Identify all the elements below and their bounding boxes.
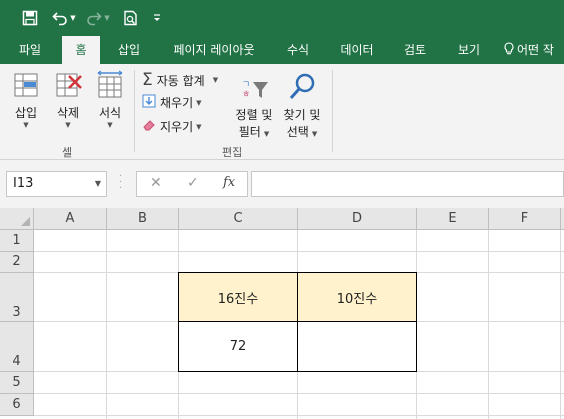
undo-icon[interactable]: ▼ xyxy=(50,7,78,29)
gridline xyxy=(34,415,564,416)
cell-d3[interactable]: 10진수 xyxy=(297,272,417,322)
editing-group-label: 편집 xyxy=(222,146,243,159)
save-icon[interactable] xyxy=(18,7,42,29)
clear-label: 지우기 xyxy=(160,120,194,134)
formula-buttons: ✕ ✓ fx xyxy=(136,171,248,197)
name-box-value: I13 xyxy=(13,176,34,191)
tab-view[interactable]: 보기 xyxy=(448,36,490,64)
gridline xyxy=(34,393,564,394)
formula-bar: I13 ▼ · · · ✕ ✓ fx xyxy=(0,160,564,208)
tab-page-layout[interactable]: 페이지 레이아웃 xyxy=(162,36,266,64)
column-header-a[interactable]: A xyxy=(34,208,107,230)
lightbulb-icon xyxy=(504,37,514,65)
customize-qat-icon[interactable] xyxy=(150,7,164,29)
name-box-dropdown-icon[interactable]: ▼ xyxy=(95,172,101,196)
autosum-label: 자동 합계 xyxy=(156,73,205,88)
ribbon-tabs: 파일 홈 삽입 페이지 레이아웃 수식 데이터 검토 보기 어떤 작 xyxy=(0,36,564,64)
cancel-icon[interactable]: ✕ xyxy=(150,175,162,191)
find-select-label-1: 찾기 및 xyxy=(283,108,321,122)
insert-function-icon[interactable]: fx xyxy=(223,175,235,190)
fill-down-icon xyxy=(142,94,156,111)
sort-filter-icon: ㄱㅎ xyxy=(232,70,276,106)
redo-icon[interactable]: ▼ xyxy=(84,7,112,29)
select-all-button[interactable] xyxy=(0,208,34,230)
delete-cells-label: 삭제 xyxy=(56,106,80,120)
gridline xyxy=(106,230,107,419)
fill-button[interactable]: 채우기 ▼ xyxy=(142,94,202,111)
column-header-c[interactable]: C xyxy=(179,208,298,230)
format-cells-button[interactable]: 서식 ▼ xyxy=(92,70,128,129)
tab-insert[interactable]: 삽입 xyxy=(108,36,150,64)
formula-bar-grip[interactable]: · · · xyxy=(119,172,122,194)
gridline xyxy=(488,230,489,419)
format-cells-icon xyxy=(92,70,128,104)
autosum-button[interactable]: Σ 자동 합계 ▼ xyxy=(142,70,218,90)
svg-text:ㅎ: ㅎ xyxy=(242,90,250,100)
format-cells-label: 서식 xyxy=(98,106,122,120)
column-header-e[interactable]: E xyxy=(417,208,489,230)
insert-cells-label: 삽입 xyxy=(14,106,38,120)
spreadsheet-grid: A B C D E F 1 2 3 4 5 6 16진수 10진수 72 xyxy=(0,208,564,419)
cell-d4[interactable] xyxy=(297,321,417,372)
tell-me-tab[interactable]: 어떤 작 xyxy=(504,36,564,64)
name-box[interactable]: I13 ▼ xyxy=(6,171,107,197)
tab-review[interactable]: 검토 xyxy=(394,36,436,64)
tell-me-label: 어떤 작 xyxy=(517,43,554,57)
cell-c3[interactable]: 16진수 xyxy=(178,272,298,322)
gridline xyxy=(560,230,561,419)
ribbon: 삽입 ▼ 삭제 ▼ 서식 ▼ 셀 Σ 자동 합계 ▼ 채우기 ▼ 지우기 ▼ ㄱ… xyxy=(0,64,564,160)
insert-cells-icon xyxy=(8,70,44,104)
column-header-b[interactable]: B xyxy=(107,208,179,230)
find-select-button[interactable]: 찾기 및 선택 ▼ xyxy=(280,70,324,140)
delete-cells-button[interactable]: 삭제 ▼ xyxy=(50,70,86,129)
row-header-6[interactable]: 6 xyxy=(0,394,34,416)
sort-filter-button[interactable]: ㄱㅎ 정렬 및 필터 ▼ xyxy=(232,70,276,140)
sort-filter-label-2: 필터 xyxy=(238,125,261,139)
clear-button[interactable]: 지우기 ▼ xyxy=(142,118,202,135)
svg-text:ㄱ: ㄱ xyxy=(242,80,250,90)
column-header-f[interactable]: F xyxy=(489,208,561,230)
print-preview-icon[interactable] xyxy=(120,7,142,29)
enter-icon[interactable]: ✓ xyxy=(187,175,199,191)
eraser-icon xyxy=(142,118,156,135)
row-header-2[interactable]: 2 xyxy=(0,252,34,273)
column-header-d[interactable]: D xyxy=(298,208,417,230)
row-header-3[interactable]: 3 xyxy=(0,273,34,322)
quick-access-toolbar: ▼ ▼ xyxy=(0,0,564,36)
formula-input[interactable] xyxy=(251,171,564,197)
group-separator xyxy=(134,70,135,152)
tab-home[interactable]: 홈 xyxy=(62,36,100,64)
cell-c4[interactable]: 72 xyxy=(178,321,298,372)
row-header-5[interactable]: 5 xyxy=(0,372,34,394)
find-select-label-2: 선택 xyxy=(286,125,309,139)
tab-file[interactable]: 파일 xyxy=(6,36,54,64)
tab-formulas[interactable]: 수식 xyxy=(278,36,318,64)
row-header-1[interactable]: 1 xyxy=(0,230,34,252)
fill-label: 채우기 xyxy=(160,96,194,110)
find-icon xyxy=(280,70,324,106)
delete-cells-icon xyxy=(50,70,86,104)
insert-cells-button[interactable]: 삽입 ▼ xyxy=(8,70,44,129)
cells-group-label: 셀 xyxy=(62,146,73,159)
tab-data[interactable]: 데이터 xyxy=(332,36,382,64)
group-separator xyxy=(332,70,333,152)
sigma-icon: Σ xyxy=(142,70,153,90)
gridline xyxy=(34,251,564,252)
sort-filter-label-1: 정렬 및 xyxy=(235,108,273,122)
row-header-4[interactable]: 4 xyxy=(0,322,34,372)
